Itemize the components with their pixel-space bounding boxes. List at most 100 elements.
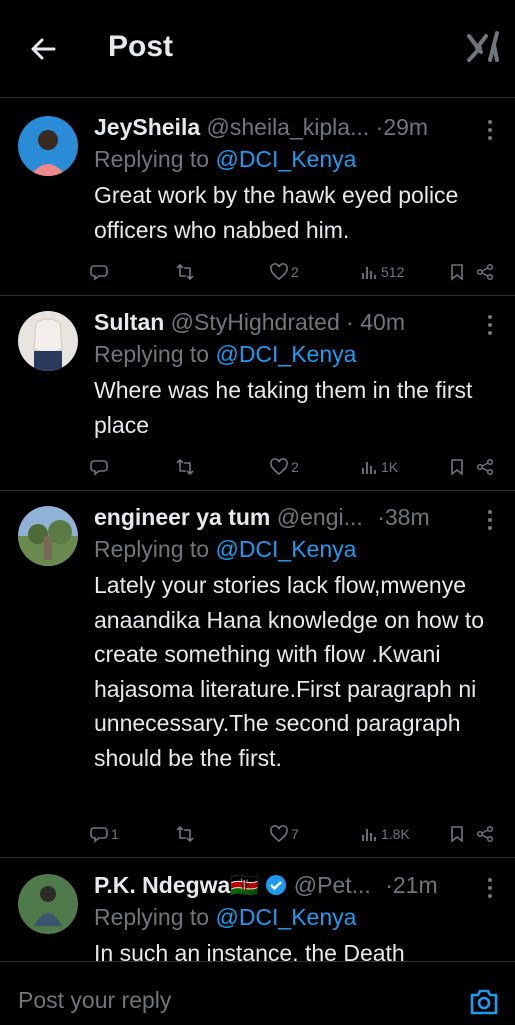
reply-button[interactable] bbox=[90, 455, 111, 479]
separator-dot: · bbox=[377, 504, 385, 530]
replying-to-label: Replying to bbox=[94, 536, 216, 562]
replying-to: Replying to @DCI_Kenya bbox=[94, 144, 356, 174]
mention-link[interactable]: @DCI_Kenya bbox=[215, 904, 356, 930]
display-name[interactable]: JeySheila bbox=[94, 114, 200, 140]
header-divider bbox=[0, 97, 515, 98]
action-bar: 2 512 bbox=[90, 260, 500, 284]
mention-link[interactable]: @DCI_Kenya bbox=[215, 146, 356, 172]
user-handle[interactable]: @sheila_kipla... bbox=[207, 114, 370, 140]
reply-icon bbox=[90, 265, 108, 281]
repost-icon bbox=[176, 263, 194, 281]
repost-button[interactable] bbox=[176, 455, 197, 479]
mention-link[interactable]: @DCI_Kenya bbox=[215, 341, 356, 367]
bookmark-button[interactable] bbox=[448, 260, 466, 284]
back-arrow-icon[interactable] bbox=[28, 34, 58, 64]
tweet-header: engineer ya tum @engi... ·38m bbox=[94, 502, 494, 532]
replying-to-label: Replying to bbox=[94, 341, 216, 367]
repost-button[interactable] bbox=[176, 260, 197, 284]
view-count: 512 bbox=[381, 264, 405, 280]
more-options-icon[interactable] bbox=[480, 508, 500, 532]
bookmark-button[interactable] bbox=[448, 822, 466, 846]
reply-icon bbox=[90, 460, 108, 476]
action-bar: 2 1K bbox=[90, 455, 500, 479]
tweet-divider bbox=[0, 857, 515, 858]
user-handle[interactable]: @engi... bbox=[277, 504, 363, 530]
heart-icon bbox=[270, 263, 288, 281]
tweet-header: JeySheila @sheila_kipla... ·29m bbox=[94, 112, 494, 142]
tweet-divider bbox=[0, 490, 515, 491]
bookmark-icon bbox=[451, 264, 463, 281]
avatar[interactable] bbox=[18, 874, 78, 934]
timestamp[interactable]: 21m bbox=[393, 872, 438, 898]
views-icon bbox=[362, 829, 376, 841]
share-button[interactable] bbox=[476, 455, 494, 479]
replying-to-label: Replying to bbox=[94, 146, 216, 172]
views-icon bbox=[362, 462, 376, 474]
tweet-header: P.K. Ndegwa🇰🇪 @Pet... ·21m bbox=[94, 870, 494, 903]
share-button[interactable] bbox=[476, 260, 494, 284]
more-options-icon[interactable] bbox=[480, 313, 500, 337]
separator-dot: · bbox=[385, 872, 393, 898]
tweet-text: Great work by the hawk eyed police offic… bbox=[94, 182, 459, 243]
tweet-header: Sultan @StyHighdrated · 40m bbox=[94, 307, 494, 337]
reply-icon bbox=[90, 827, 108, 843]
avatar[interactable] bbox=[18, 506, 78, 566]
heart-icon bbox=[270, 458, 288, 476]
view-count: 1K bbox=[381, 459, 399, 475]
share-button[interactable] bbox=[476, 822, 494, 846]
timestamp[interactable]: 40m bbox=[360, 309, 405, 335]
replying-to: Replying to @DCI_Kenya bbox=[94, 534, 356, 564]
more-options-icon[interactable] bbox=[480, 118, 500, 142]
display-name[interactable]: Sultan bbox=[94, 309, 164, 335]
like-button[interactable]: 7 bbox=[270, 822, 299, 846]
user-handle[interactable]: @StyHighdrated bbox=[171, 309, 340, 335]
like-button[interactable]: 2 bbox=[270, 260, 299, 284]
mention-link[interactable]: @DCI_Kenya bbox=[215, 536, 356, 562]
action-bar: 1 7 1.8K bbox=[90, 822, 500, 846]
timestamp[interactable]: 29m bbox=[383, 114, 428, 140]
repost-button[interactable] bbox=[176, 822, 197, 846]
bookmark-icon bbox=[451, 826, 463, 843]
heart-icon bbox=[270, 825, 288, 843]
display-name[interactable]: P.K. Ndegwa🇰🇪 bbox=[94, 872, 259, 898]
reply-button[interactable] bbox=[90, 260, 111, 284]
more-options-icon[interactable] bbox=[480, 876, 500, 900]
view-count: 1.8K bbox=[381, 826, 410, 842]
verified-badge-icon bbox=[265, 873, 287, 903]
like-button[interactable]: 2 bbox=[270, 455, 299, 479]
reply-button[interactable]: 1 bbox=[90, 822, 119, 846]
repost-icon bbox=[176, 458, 194, 476]
page-title: Post bbox=[108, 30, 174, 63]
tweet-divider bbox=[0, 295, 515, 296]
views-button[interactable]: 512 bbox=[360, 260, 404, 284]
reply-input[interactable]: Post your reply bbox=[18, 987, 171, 1014]
share-icon bbox=[476, 825, 494, 843]
like-count: 7 bbox=[291, 826, 299, 842]
like-count: 2 bbox=[291, 264, 299, 280]
reply-composer: Post your reply bbox=[0, 961, 515, 1025]
bookmark-icon bbox=[451, 459, 463, 476]
user-handle[interactable]: @Pet... bbox=[294, 872, 371, 898]
views-icon bbox=[362, 267, 376, 279]
timestamp[interactable]: 38m bbox=[385, 504, 430, 530]
replying-to-label: Replying to bbox=[94, 904, 216, 930]
views-button[interactable]: 1K bbox=[360, 455, 398, 479]
bookmark-button[interactable] bbox=[448, 455, 466, 479]
tweet-text: Lately your stories lack flow,mwenye ana… bbox=[94, 572, 485, 771]
share-icon bbox=[476, 458, 494, 476]
share-icon bbox=[476, 263, 494, 281]
tweet-text: Where was he taking them in the first pl… bbox=[94, 377, 473, 438]
display-name[interactable]: engineer ya tum bbox=[94, 504, 270, 530]
replying-to: Replying to @DCI_Kenya bbox=[94, 902, 356, 932]
like-count: 2 bbox=[291, 459, 299, 475]
replying-to: Replying to @DCI_Kenya bbox=[94, 339, 356, 369]
top-bar: Post bbox=[0, 0, 515, 96]
avatar[interactable] bbox=[18, 311, 78, 371]
repost-icon bbox=[176, 825, 194, 843]
grok-icon[interactable] bbox=[466, 30, 500, 64]
avatar[interactable] bbox=[18, 116, 78, 176]
views-button[interactable]: 1.8K bbox=[360, 822, 410, 846]
separator-dot: · bbox=[346, 309, 354, 335]
camera-icon[interactable] bbox=[468, 986, 500, 1018]
reply-count: 1 bbox=[111, 826, 119, 842]
